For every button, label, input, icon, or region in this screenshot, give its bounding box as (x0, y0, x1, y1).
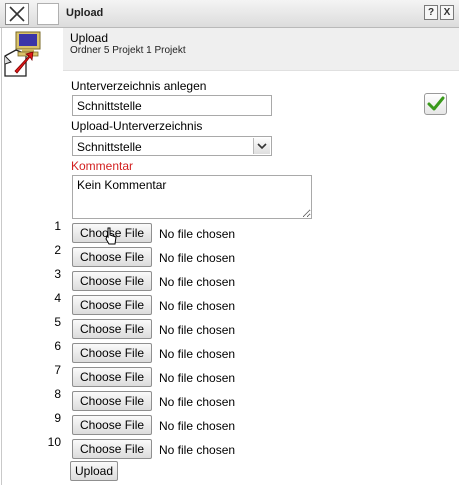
window-close-button[interactable] (5, 3, 29, 25)
upload-computer-icon (4, 31, 41, 77)
choose-file-button[interactable]: Choose File (72, 319, 153, 339)
window-titlebar: Upload ? X (0, 0, 459, 28)
file-row: 5 Choose File No file chosen (0, 315, 459, 341)
file-row: 6 Choose File No file chosen (0, 339, 459, 365)
titlebar-close-button[interactable]: X (440, 5, 454, 20)
choose-file-button[interactable]: Choose File (72, 343, 153, 363)
file-row: 10 Choose File No file chosen (0, 435, 459, 461)
file-status-text: No file chosen (159, 275, 236, 289)
window-title: Upload (66, 7, 104, 19)
file-status-text: No file chosen (159, 227, 236, 241)
file-row: 2 Choose File No file chosen (0, 243, 459, 269)
choose-file-button[interactable]: Choose File (72, 439, 153, 459)
file-row-number: 5 (54, 315, 61, 329)
file-status-text: No file chosen (159, 443, 236, 457)
subdir-label: Unterverzeichnis anlegen (71, 79, 207, 93)
upload-subdir-value: Schnittstelle (77, 140, 142, 154)
file-row: 1 Choose File No file chosen (0, 219, 459, 245)
file-row-number: 1 (54, 219, 61, 233)
chevron-down-icon (257, 143, 267, 150)
file-row: 3 Choose File No file chosen (0, 267, 459, 293)
mouse-pointer-icon (105, 227, 117, 245)
upload-subdir-label: Upload-Unterverzeichnis (71, 119, 203, 133)
choose-file-button[interactable]: Choose File (72, 391, 153, 411)
file-status-text: No file chosen (159, 419, 236, 433)
page-subtitle: Ordner 5 Projekt 1 Projekt (70, 45, 186, 56)
file-status-text: No file chosen (159, 371, 236, 385)
file-row-number: 9 (54, 411, 61, 425)
upload-subdir-select[interactable]: Schnittstelle (72, 136, 272, 156)
window-menu-button[interactable] (37, 3, 59, 25)
help-button[interactable]: ? (424, 5, 438, 20)
comment-textarea[interactable]: Kein Kommentar (72, 175, 312, 219)
file-row-number: 4 (54, 291, 61, 305)
choose-file-button[interactable]: Choose File (72, 247, 153, 267)
file-status-text: No file chosen (159, 323, 236, 337)
confirm-subdir-button[interactable] (424, 93, 447, 115)
page-header: Upload Ordner 5 Projekt 1 Projekt (63, 28, 459, 71)
close-icon (9, 6, 25, 22)
file-status-text: No file chosen (159, 299, 236, 313)
file-row-number: 7 (54, 363, 61, 377)
file-row: 7 Choose File No file chosen (0, 363, 459, 389)
file-row: 4 Choose File No file chosen (0, 291, 459, 317)
select-arrow[interactable] (253, 138, 270, 154)
file-status-text: No file chosen (159, 347, 236, 361)
file-row-number: 10 (47, 435, 61, 449)
page-title: Upload (70, 31, 109, 45)
subdir-input[interactable] (72, 95, 272, 116)
upload-submit-button[interactable]: Upload (70, 461, 119, 481)
file-status-text: No file chosen (159, 395, 236, 409)
file-row-number: 8 (54, 387, 61, 401)
comment-label: Kommentar (71, 159, 134, 173)
file-row: 8 Choose File No file chosen (0, 387, 459, 413)
checkmark-icon (427, 96, 445, 111)
file-row: 9 Choose File No file chosen (0, 411, 459, 437)
file-row-number: 6 (54, 339, 61, 353)
file-row-number: 3 (54, 267, 61, 281)
choose-file-button[interactable]: Choose File (72, 295, 153, 315)
choose-file-button[interactable]: Choose File (72, 271, 153, 291)
choose-file-button[interactable]: Choose File (72, 367, 153, 387)
choose-file-button[interactable]: Choose File (72, 415, 153, 435)
file-row-number: 2 (54, 243, 61, 257)
file-status-text: No file chosen (159, 251, 236, 265)
